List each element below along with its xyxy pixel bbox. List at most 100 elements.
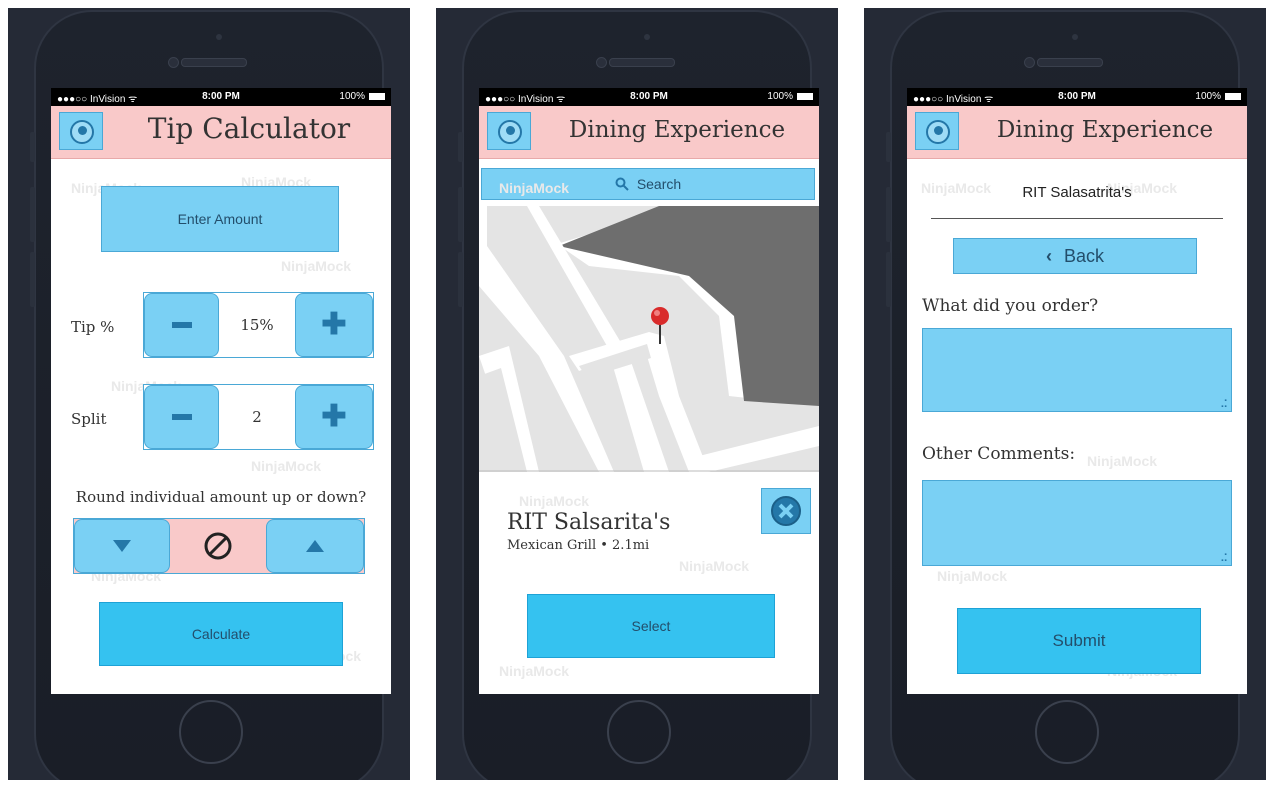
tip-increase-button[interactable]: ✚	[295, 293, 373, 357]
split-increase-button[interactable]: ✚	[295, 385, 373, 449]
triangle-up-icon	[306, 540, 324, 552]
round-down-button[interactable]	[74, 519, 170, 573]
phone-frame: ●●●○○ InVision ᯤ 8:00 PM 100% Dining Exp…	[886, 10, 1247, 780]
front-camera	[596, 57, 607, 68]
split-value: 2	[219, 385, 295, 449]
home-button[interactable]	[1035, 700, 1099, 764]
mute-switch	[458, 132, 463, 162]
status-bar: ●●●○○ InVision ᯤ 8:00 PM 100%	[51, 88, 391, 106]
restaurant-heading: RIT Salasatrita's	[1022, 184, 1132, 201]
header-bar: Dining Experience	[479, 106, 819, 159]
search-icon	[615, 177, 629, 191]
earpiece-speaker	[181, 58, 247, 67]
back-button[interactable]	[59, 112, 103, 150]
front-camera	[168, 57, 179, 68]
proximity-sensor	[1072, 34, 1078, 40]
comments-textarea[interactable]: ⠠ ⠤	[922, 480, 1232, 566]
submit-button[interactable]: Submit	[957, 608, 1201, 674]
battery-icon	[1225, 93, 1241, 100]
search-label: Search	[636, 176, 682, 192]
screen: ●●●○○ InVision ᯤ 8:00 PM 100% Dining Exp…	[479, 88, 819, 694]
mute-switch	[886, 132, 891, 162]
battery-percent: 100%	[339, 91, 365, 102]
front-camera	[1024, 57, 1035, 68]
battery-percent: 100%	[767, 91, 793, 102]
volume-down-button	[30, 252, 35, 307]
home-button[interactable]	[179, 700, 243, 764]
mute-switch	[30, 132, 35, 162]
back-label: Back	[1063, 245, 1105, 266]
phone-frame: ●●●○○ InVision ᯤ 8:00 PM 100% Tip Calcul…	[30, 10, 391, 780]
enter-amount-button[interactable]: Enter Amount	[101, 186, 339, 252]
search-bar[interactable]: Search	[481, 168, 815, 200]
watermark: NinjaMock	[1087, 453, 1158, 469]
minus-icon	[171, 322, 192, 328]
resize-grip-icon: ⠠ ⠤	[1219, 393, 1228, 411]
select-button[interactable]: Select	[527, 594, 775, 658]
phone-panel-review-form: ●●●○○ InVision ᯤ 8:00 PM 100% Dining Exp…	[864, 8, 1266, 780]
earpiece-speaker	[609, 58, 675, 67]
split-stepper: 2 ✚	[143, 384, 374, 450]
page-title: Dining Experience	[996, 117, 1214, 143]
status-bar: ●●●○○ InVision ᯤ 8:00 PM 100%	[479, 88, 819, 106]
volume-up-button	[886, 187, 891, 242]
map-pin-icon[interactable]	[649, 306, 671, 346]
plus-icon: ✚	[321, 308, 347, 341]
battery-icon	[369, 93, 385, 100]
phone-frame: ●●●○○ InVision ᯤ 8:00 PM 100% Dining Exp…	[458, 10, 819, 780]
volume-up-button	[458, 187, 463, 242]
back-circle-icon	[70, 120, 94, 144]
resize-grip-icon: ⠠ ⠤	[1219, 547, 1228, 565]
volume-down-button	[886, 252, 891, 307]
status-bar: ●●●○○ InVision ᯤ 8:00 PM 100%	[907, 88, 1247, 106]
header-bar: Tip Calculator	[51, 106, 391, 159]
tip-percent-value: 15%	[219, 293, 295, 357]
restaurant-info: Mexican Grill • 2.1mi	[507, 538, 650, 553]
comments-label: Other Comments:	[922, 444, 1076, 464]
restaurant-name: RIT Salsarita's	[507, 510, 671, 535]
round-selector	[73, 518, 365, 574]
plus-icon: ✚	[321, 400, 347, 433]
watermark: NinjaMock	[679, 558, 750, 574]
back-button[interactable]	[487, 112, 531, 150]
watermark: NinjaMock	[519, 493, 590, 509]
triangle-down-icon	[113, 540, 131, 552]
proximity-sensor	[216, 34, 222, 40]
back-nav-button[interactable]: ‹ Back	[953, 238, 1197, 274]
chevron-left-icon: ‹	[1045, 245, 1052, 266]
volume-down-button	[458, 252, 463, 307]
screen: ●●●○○ InVision ᯤ 8:00 PM 100% Dining Exp…	[907, 88, 1247, 694]
divider	[931, 218, 1223, 219]
earpiece-speaker	[1037, 58, 1103, 67]
calculate-button[interactable]: Calculate	[99, 602, 343, 666]
watermark: NinjaMock	[499, 663, 570, 679]
back-circle-icon	[498, 120, 522, 144]
round-question-label: Round individual amount up or down?	[75, 488, 367, 506]
order-textarea[interactable]: ⠠ ⠤	[922, 328, 1232, 412]
tip-decrease-button[interactable]	[144, 293, 219, 357]
split-decrease-button[interactable]	[144, 385, 219, 449]
header-bar: Dining Experience	[907, 106, 1247, 159]
back-button[interactable]	[915, 112, 959, 150]
minus-icon	[171, 414, 192, 420]
screen: ●●●○○ InVision ᯤ 8:00 PM 100% Tip Calcul…	[51, 88, 391, 694]
tip-percent-label: Tip %	[71, 318, 115, 336]
round-none-button[interactable]	[170, 519, 266, 573]
map-view[interactable]	[479, 206, 819, 472]
proximity-sensor	[644, 34, 650, 40]
round-up-button[interactable]	[266, 519, 364, 573]
page-title: Dining Experience	[568, 117, 786, 143]
close-button[interactable]	[761, 488, 811, 534]
order-label: What did you order?	[922, 296, 1099, 316]
home-button[interactable]	[607, 700, 671, 764]
battery-icon	[797, 93, 813, 100]
close-circle-icon	[771, 496, 801, 526]
watermark: NinjaMock	[251, 458, 322, 474]
prohibited-icon	[204, 532, 232, 560]
back-circle-icon	[926, 120, 950, 144]
watermark: NinjaMock	[281, 258, 352, 274]
battery-percent: 100%	[1195, 91, 1221, 102]
volume-up-button	[30, 187, 35, 242]
phone-panel-tip-calculator: ●●●○○ InVision ᯤ 8:00 PM 100% Tip Calcul…	[8, 8, 410, 780]
tip-percent-stepper: 15% ✚	[143, 292, 374, 358]
